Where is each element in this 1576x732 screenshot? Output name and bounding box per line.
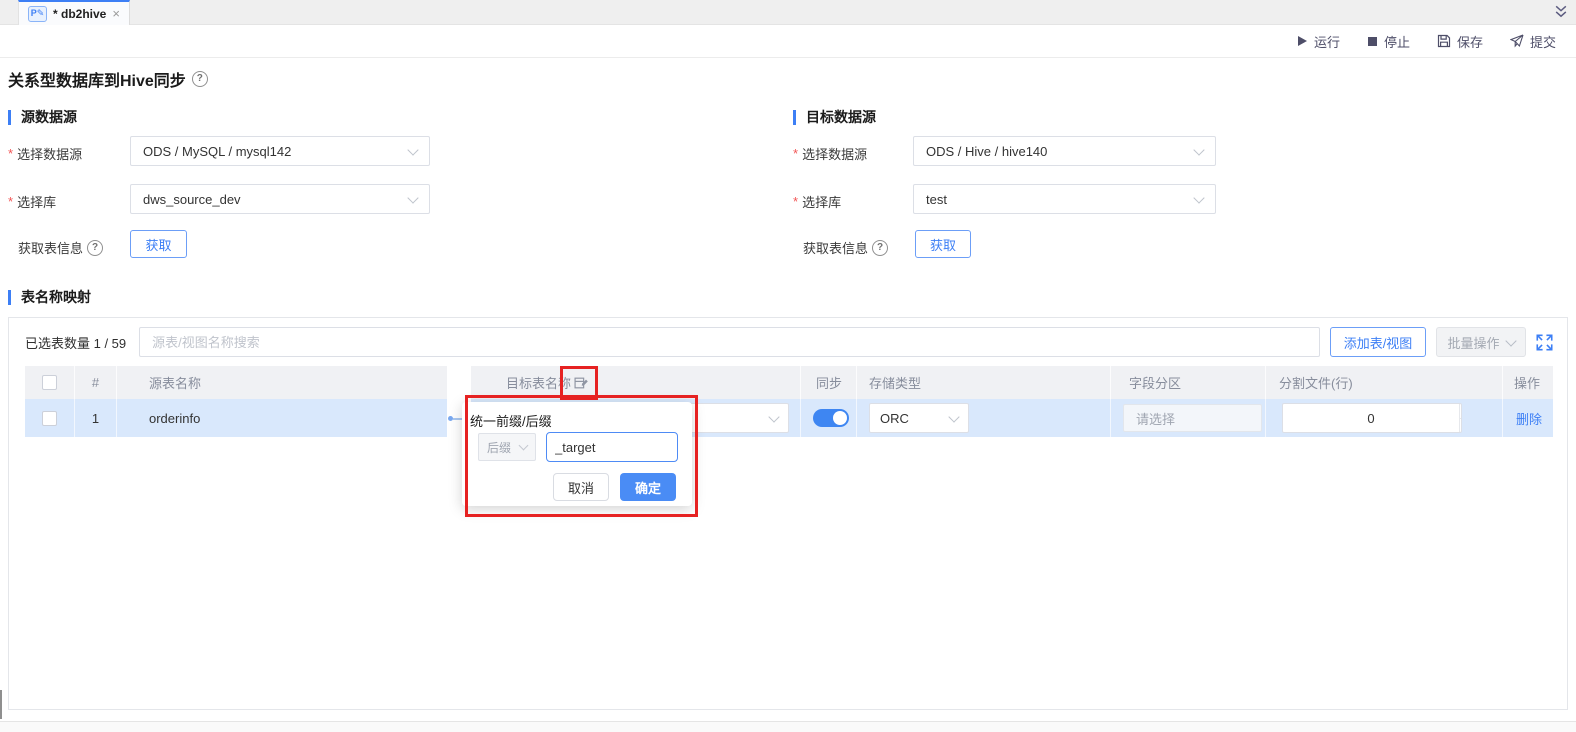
affix-value-input[interactable]: [546, 432, 678, 462]
target-db-label: * 选择库: [793, 192, 841, 211]
stop-icon: [1367, 36, 1378, 47]
popover-title: 统一前缀/后缀: [470, 411, 552, 430]
bottom-scroll-strip[interactable]: [0, 721, 1576, 732]
source-fetch-label: 获取表信息 ?: [18, 238, 103, 257]
spinner-up-icon[interactable]: [1460, 404, 1462, 419]
source-fetch-button[interactable]: 获取: [130, 230, 187, 258]
header-sync: 同步: [801, 366, 857, 399]
select-all-checkbox[interactable]: [42, 375, 57, 390]
prefix-suffix-popover: 统一前缀/后缀 后缀 取消 确定: [462, 402, 692, 506]
script-type-icon: P✎: [28, 6, 47, 22]
sync-toggle[interactable]: [813, 409, 849, 427]
sync-task-page: P✎ * db2hive × 运行 停止 保存: [0, 0, 1576, 732]
source-section-title: 源数据源: [8, 110, 77, 125]
row-storage-cell: ORC: [857, 399, 1111, 437]
header-source-table: 源表名称: [117, 366, 447, 399]
affix-type-select[interactable]: 后缀: [478, 433, 536, 461]
header-split: 分割文件(行): [1266, 366, 1503, 399]
tab-title: * db2hive: [53, 7, 106, 21]
source-db-label: * 选择库: [8, 192, 56, 211]
source-datasource-select[interactable]: ODS / MySQL / mysql142: [130, 136, 430, 166]
target-fetch-label: 获取表信息 ?: [803, 238, 888, 257]
tab-bar: P✎ * db2hive ×: [0, 0, 1576, 25]
target-section-title: 目标数据源: [793, 110, 876, 125]
mapping-section-title: 表名称映射: [8, 290, 91, 305]
target-datasource-label: * 选择数据源: [793, 144, 867, 163]
left-edge-bar: [0, 690, 2, 719]
chevron-down-icon: [1193, 144, 1204, 155]
delete-row-link[interactable]: 删除: [1516, 409, 1542, 428]
page-title: 关系型数据库到Hive同步 ?: [8, 67, 208, 91]
storage-type-select[interactable]: ORC: [869, 403, 969, 433]
row-checkbox[interactable]: [42, 411, 57, 426]
chevron-down-icon: [407, 144, 418, 155]
table-row: 1 orderinfo: [25, 399, 447, 437]
split-rows-value[interactable]: [1283, 404, 1459, 432]
table-header-right: 目标表名称 同步 存储类型 字段分区 分割文件(行) 操作: [471, 366, 1553, 399]
split-rows-input[interactable]: [1282, 403, 1462, 433]
stop-button[interactable]: 停止: [1367, 32, 1410, 51]
fullscreen-icon[interactable]: [1536, 334, 1553, 351]
target-fetch-button[interactable]: 获取: [915, 230, 971, 258]
chevron-down-icon: [1193, 192, 1204, 203]
header-partition: 字段分区: [1111, 366, 1266, 399]
table-header-left: # 源表名称: [25, 366, 447, 399]
add-table-button[interactable]: 添加表/视图: [1330, 327, 1426, 357]
header-target-table: 目标表名称: [471, 366, 801, 399]
chevron-down-icon: [519, 441, 529, 451]
row-source-table: orderinfo: [117, 399, 447, 437]
chevron-down-icon: [407, 192, 418, 203]
batch-actions-button[interactable]: 批量操作: [1436, 327, 1526, 357]
save-icon: [1437, 34, 1451, 48]
mapping-panel: 已选表数量 1 / 59 添加表/视图 批量操作 # 源表名称: [8, 317, 1568, 710]
run-button[interactable]: 运行: [1296, 32, 1340, 51]
source-db-select[interactable]: dws_source_dev: [130, 184, 430, 214]
target-db-select[interactable]: test: [913, 184, 1216, 214]
submit-button[interactable]: 提交: [1510, 32, 1556, 51]
chevron-down-icon: [948, 411, 959, 422]
chevron-down-icon: [768, 411, 779, 422]
table-search-input[interactable]: [139, 327, 1320, 357]
row-checkbox-cell: [25, 399, 75, 437]
header-storage: 存储类型: [857, 366, 1111, 399]
number-spinner: [1459, 404, 1462, 432]
chevron-down-icon: [1505, 335, 1516, 346]
action-toolbar: 运行 停止 保存 提交: [0, 25, 1576, 58]
tab-close-icon[interactable]: ×: [112, 7, 120, 20]
row-action-cell: 删除: [1503, 399, 1553, 437]
row-sync-cell: [801, 399, 857, 437]
edit-target-names-icon[interactable]: [574, 376, 589, 390]
mapping-toolbar: 已选表数量 1 / 59 添加表/视图 批量操作: [25, 327, 1553, 357]
header-index: #: [75, 366, 117, 399]
row-partition-cell: 请选择: [1111, 399, 1266, 437]
header-action: 操作: [1503, 366, 1553, 399]
row-split-cell: [1266, 399, 1503, 437]
send-icon: [1510, 34, 1524, 48]
source-datasource-label: * 选择数据源: [8, 144, 82, 163]
header-checkbox-cell: [25, 366, 75, 399]
cancel-button[interactable]: 取消: [553, 473, 609, 501]
help-icon[interactable]: ?: [192, 71, 208, 87]
row-index: 1: [75, 399, 117, 437]
collapse-tabs-icon[interactable]: [1553, 4, 1569, 24]
confirm-button[interactable]: 确定: [620, 473, 676, 501]
tab-db2hive[interactable]: P✎ * db2hive ×: [18, 0, 130, 25]
partition-select[interactable]: 请选择: [1123, 404, 1262, 432]
selected-count: 已选表数量 1 / 59: [25, 333, 126, 352]
play-icon: [1296, 35, 1308, 47]
help-icon[interactable]: ?: [87, 240, 103, 256]
target-datasource-select[interactable]: ODS / Hive / hive140: [913, 136, 1216, 166]
save-button[interactable]: 保存: [1437, 32, 1483, 51]
help-icon[interactable]: ?: [872, 240, 888, 256]
spinner-down-icon[interactable]: [1460, 419, 1462, 433]
